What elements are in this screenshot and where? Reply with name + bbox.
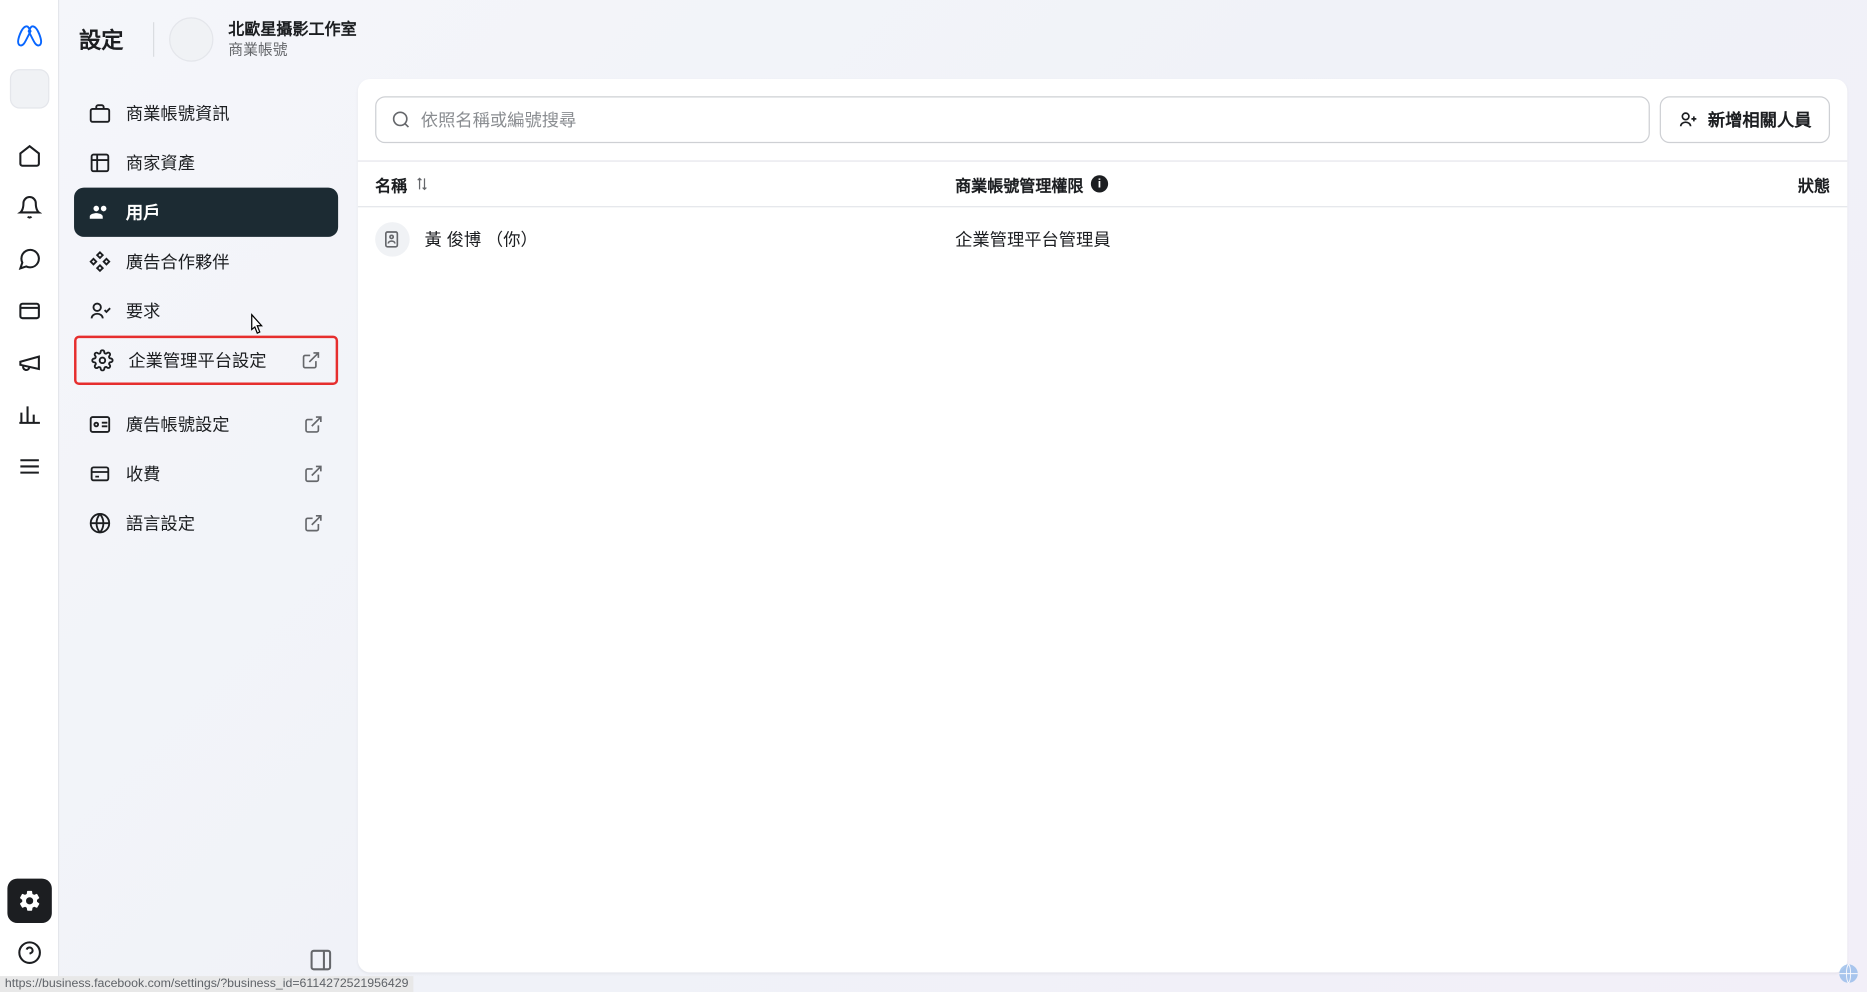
globe-language-icon[interactable] [1837, 963, 1859, 985]
sidebar-item-language[interactable]: 語言設定 [74, 499, 338, 548]
table-row[interactable]: 黃 俊博 （你） 企業管理平台管理員 [358, 207, 1847, 271]
sidebar-item-ad-account-settings[interactable]: 廣告帳號設定 [74, 400, 338, 449]
search-input[interactable] [421, 110, 1634, 130]
ad-account-icon [89, 413, 111, 435]
external-link-icon [301, 350, 321, 370]
external-link-icon [304, 513, 324, 533]
left-icon-rail [0, 0, 59, 992]
header-divider [153, 22, 154, 57]
globe-icon [89, 512, 111, 534]
row-user-name: 黃 俊博 （你） [424, 227, 537, 252]
menu-icon[interactable] [7, 444, 51, 488]
notifications-icon[interactable] [7, 185, 51, 229]
sidebar-item-label: 商業帳號資訊 [126, 101, 230, 126]
sort-icon[interactable] [415, 176, 430, 191]
user-avatar-icon [375, 222, 410, 257]
megaphone-icon[interactable] [7, 341, 51, 385]
sidebar-item-label: 語言設定 [126, 511, 195, 536]
sidebar-item-label: 用戶 [126, 200, 161, 225]
search-box[interactable] [375, 96, 1650, 143]
search-icon [391, 110, 411, 130]
sidebar-item-business-assets[interactable]: 商家資產 [74, 138, 338, 187]
account-switcher[interactable]: 北歐星攝影工作室 商業帳號 [169, 17, 357, 61]
column-permission: 商業帳號管理權限 [955, 172, 1083, 195]
content-icon[interactable] [7, 289, 51, 333]
account-type: 商業帳號 [228, 40, 356, 59]
insights-icon[interactable] [7, 392, 51, 436]
handshake-icon [89, 251, 111, 273]
sidebar-item-label: 商家資產 [126, 151, 195, 176]
sidebar-item-label: 廣告帳號設定 [126, 412, 230, 437]
page-title: 設定 [79, 23, 123, 55]
settings-active-icon[interactable] [7, 879, 51, 923]
table-header: 名稱 商業帳號管理權限 i 狀態 [358, 160, 1847, 207]
external-link-icon [304, 464, 324, 484]
meta-logo-icon[interactable] [12, 15, 47, 50]
sidebar-item-ad-partners[interactable]: 廣告合作夥伴 [74, 237, 338, 286]
home-icon[interactable] [7, 133, 51, 177]
sidebar-item-requests[interactable]: 要求 [74, 286, 338, 335]
sidebar-item-label: 企業管理平台設定 [128, 348, 266, 373]
sidebar-item-label: 要求 [126, 299, 161, 324]
help-icon[interactable] [7, 930, 51, 974]
briefcase-icon [89, 102, 111, 124]
account-avatar-icon [169, 17, 213, 61]
status-bar-url: https://business.facebook.com/settings/?… [0, 976, 413, 992]
external-link-icon [304, 415, 324, 435]
business-avatar-icon[interactable] [9, 69, 48, 108]
account-name: 北歐星攝影工作室 [228, 19, 356, 40]
collapse-sidebar-icon[interactable] [309, 948, 334, 973]
messages-icon[interactable] [7, 237, 51, 281]
sidebar-item-label: 收費 [126, 462, 161, 487]
row-permission: 企業管理平台管理員 [955, 230, 1110, 250]
sidebar-item-business-info[interactable]: 商業帳號資訊 [74, 89, 338, 138]
sidebar-item-users[interactable]: 用戶 [74, 188, 338, 237]
column-status: 狀態 [1798, 176, 1830, 195]
sidebar-item-business-manager-settings[interactable]: 企業管理平台設定 [74, 336, 338, 385]
column-name[interactable]: 名稱 [375, 172, 407, 195]
billing-icon [89, 463, 111, 485]
person-check-icon [89, 300, 111, 322]
main-panel: 新增相關人員 名稱 商業帳號管理權限 i 狀態 黃 [358, 79, 1847, 972]
sidebar-item-label: 廣告合作夥伴 [126, 249, 230, 274]
gear-icon [91, 349, 113, 371]
users-icon [89, 201, 111, 223]
sidebar-item-billing[interactable]: 收費 [74, 449, 338, 498]
add-people-button[interactable]: 新增相關人員 [1660, 96, 1830, 143]
info-icon[interactable]: i [1091, 175, 1108, 192]
settings-sidebar: 商業帳號資訊 商家資產 用戶 廣告合作夥伴 要求 [74, 89, 338, 982]
add-button-label: 新增相關人員 [1708, 107, 1812, 132]
add-person-icon [1678, 110, 1698, 130]
assets-icon [89, 152, 111, 174]
main-toolbar: 新增相關人員 [358, 79, 1847, 160]
page-header: 設定 北歐星攝影工作室 商業帳號 [59, 0, 1867, 79]
